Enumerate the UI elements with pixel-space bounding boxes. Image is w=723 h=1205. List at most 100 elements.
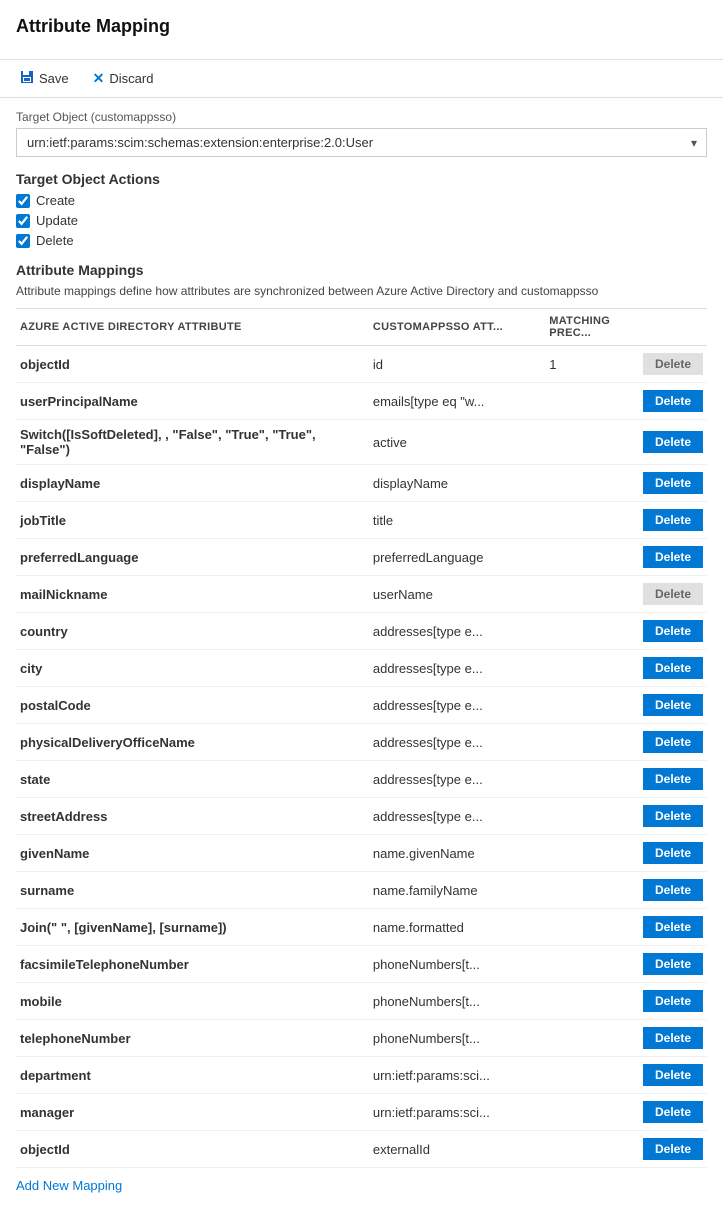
- delete-row-button[interactable]: Delete: [643, 1027, 703, 1049]
- matching-precedence: [545, 539, 619, 576]
- matching-precedence: [545, 946, 619, 983]
- delete-row-button[interactable]: Delete: [643, 805, 703, 827]
- delete-row-button[interactable]: Delete: [643, 657, 703, 679]
- create-checkbox-item[interactable]: Create: [16, 193, 707, 208]
- matching-precedence: [545, 576, 619, 613]
- delete-row-button[interactable]: Delete: [643, 768, 703, 790]
- table-row: postalCodeaddresses[type e...Delete: [16, 687, 707, 724]
- target-object-actions: Target Object Actions Create Update Dele…: [16, 171, 707, 248]
- save-button[interactable]: Save: [16, 68, 73, 89]
- aad-attribute: department: [16, 1057, 369, 1094]
- aad-attribute: objectId: [16, 346, 369, 383]
- delete-row-button[interactable]: Delete: [643, 1138, 703, 1160]
- delete-row-button[interactable]: Delete: [643, 842, 703, 864]
- delete-row-button: Delete: [643, 583, 703, 605]
- aad-attribute: state: [16, 761, 369, 798]
- col-header-action: [619, 309, 707, 346]
- matching-precedence: [545, 613, 619, 650]
- delete-row-button[interactable]: Delete: [643, 472, 703, 494]
- custom-attribute: addresses[type e...: [369, 613, 545, 650]
- table-row: objectIdexternalIdDelete: [16, 1131, 707, 1168]
- custom-attribute: addresses[type e...: [369, 761, 545, 798]
- custom-attribute: externalId: [369, 1131, 545, 1168]
- action-cell: Delete: [619, 1057, 707, 1094]
- discard-label: Discard: [109, 71, 153, 86]
- delete-row-button[interactable]: Delete: [643, 879, 703, 901]
- target-object-label: Target Object (customappsso): [16, 110, 707, 124]
- save-icon: [20, 70, 34, 87]
- aad-attribute: manager: [16, 1094, 369, 1131]
- matching-precedence: [545, 909, 619, 946]
- table-row: mailNicknameuserNameDelete: [16, 576, 707, 613]
- delete-row-button[interactable]: Delete: [643, 1064, 703, 1086]
- aad-attribute: city: [16, 650, 369, 687]
- action-cell: Delete: [619, 502, 707, 539]
- matching-precedence: [545, 1020, 619, 1057]
- create-checkbox[interactable]: [16, 194, 30, 208]
- table-row: mobilephoneNumbers[t... Delete: [16, 983, 707, 1020]
- table-row: preferredLanguagepreferredLanguageDelete: [16, 539, 707, 576]
- attribute-mappings-title: Attribute Mappings: [16, 262, 707, 278]
- custom-attribute: urn:ietf:params:sci...: [369, 1057, 545, 1094]
- update-checkbox-item[interactable]: Update: [16, 213, 707, 228]
- custom-attribute: phoneNumbers[t...: [369, 983, 545, 1020]
- table-row: telephoneNumberphoneNumbers[t...Delete: [16, 1020, 707, 1057]
- action-cell: Delete: [619, 909, 707, 946]
- attribute-mappings-section: Attribute Mappings Attribute mappings de…: [16, 262, 707, 1193]
- save-label: Save: [39, 71, 69, 86]
- delete-row-button[interactable]: Delete: [643, 1101, 703, 1123]
- matching-precedence: [545, 1131, 619, 1168]
- custom-attribute: addresses[type e...: [369, 687, 545, 724]
- matching-precedence: [545, 872, 619, 909]
- aad-attribute: Join(" ", [givenName], [surname]): [16, 909, 369, 946]
- custom-attribute: addresses[type e...: [369, 798, 545, 835]
- delete-row-button[interactable]: Delete: [643, 509, 703, 531]
- matching-precedence: [545, 724, 619, 761]
- delete-row-button[interactable]: Delete: [643, 431, 703, 453]
- custom-attribute: phoneNumbers[t...: [369, 1020, 545, 1057]
- table-row: stateaddresses[type e... Delete: [16, 761, 707, 798]
- delete-row-button[interactable]: Delete: [643, 620, 703, 642]
- discard-icon: ✕: [93, 70, 105, 87]
- target-object-actions-title: Target Object Actions: [16, 171, 707, 187]
- custom-attribute: displayName: [369, 465, 545, 502]
- table-row: Join(" ", [givenName], [surname])name.fo…: [16, 909, 707, 946]
- page-title: Attribute Mapping: [16, 16, 707, 37]
- table-row: objectIdid1Delete: [16, 346, 707, 383]
- aad-attribute: country: [16, 613, 369, 650]
- actions-checkboxes: Create Update Delete: [16, 193, 707, 248]
- delete-checkbox-item[interactable]: Delete: [16, 233, 707, 248]
- add-new-mapping-link[interactable]: Add New Mapping: [16, 1178, 122, 1193]
- delete-row-button[interactable]: Delete: [643, 731, 703, 753]
- custom-attribute: name.givenName: [369, 835, 545, 872]
- update-checkbox[interactable]: [16, 214, 30, 228]
- target-object-select[interactable]: urn:ietf:params:scim:schemas:extension:e…: [16, 128, 707, 157]
- discard-button[interactable]: ✕ Discard: [89, 68, 158, 89]
- action-cell: Delete: [619, 724, 707, 761]
- create-label: Create: [36, 193, 75, 208]
- action-cell: Delete: [619, 687, 707, 724]
- delete-row-button[interactable]: Delete: [643, 990, 703, 1012]
- mappings-table: AZURE ACTIVE DIRECTORY ATTRIBUTE CUSTOMA…: [16, 308, 707, 1168]
- toolbar: Save ✕ Discard: [0, 60, 723, 98]
- matching-precedence: [545, 383, 619, 420]
- col-header-custom: CUSTOMAPPSSO ATT...: [369, 309, 545, 346]
- delete-row-button[interactable]: Delete: [643, 953, 703, 975]
- matching-precedence: [545, 1057, 619, 1094]
- aad-attribute: mailNickname: [16, 576, 369, 613]
- delete-row-button[interactable]: Delete: [643, 694, 703, 716]
- action-cell: Delete: [619, 383, 707, 420]
- delete-row-button[interactable]: Delete: [643, 390, 703, 412]
- table-row: userPrincipalNameemails[type eq "w...Del…: [16, 383, 707, 420]
- action-cell: Delete: [619, 539, 707, 576]
- aad-attribute: streetAddress: [16, 798, 369, 835]
- table-row: facsimileTelephoneNumberphoneNumbers[t..…: [16, 946, 707, 983]
- delete-row-button[interactable]: Delete: [643, 916, 703, 938]
- delete-checkbox[interactable]: [16, 234, 30, 248]
- delete-row-button[interactable]: Delete: [643, 546, 703, 568]
- action-cell: Delete: [619, 465, 707, 502]
- aad-attribute: mobile: [16, 983, 369, 1020]
- action-cell: Delete: [619, 946, 707, 983]
- aad-attribute: preferredLanguage: [16, 539, 369, 576]
- aad-attribute: userPrincipalName: [16, 383, 369, 420]
